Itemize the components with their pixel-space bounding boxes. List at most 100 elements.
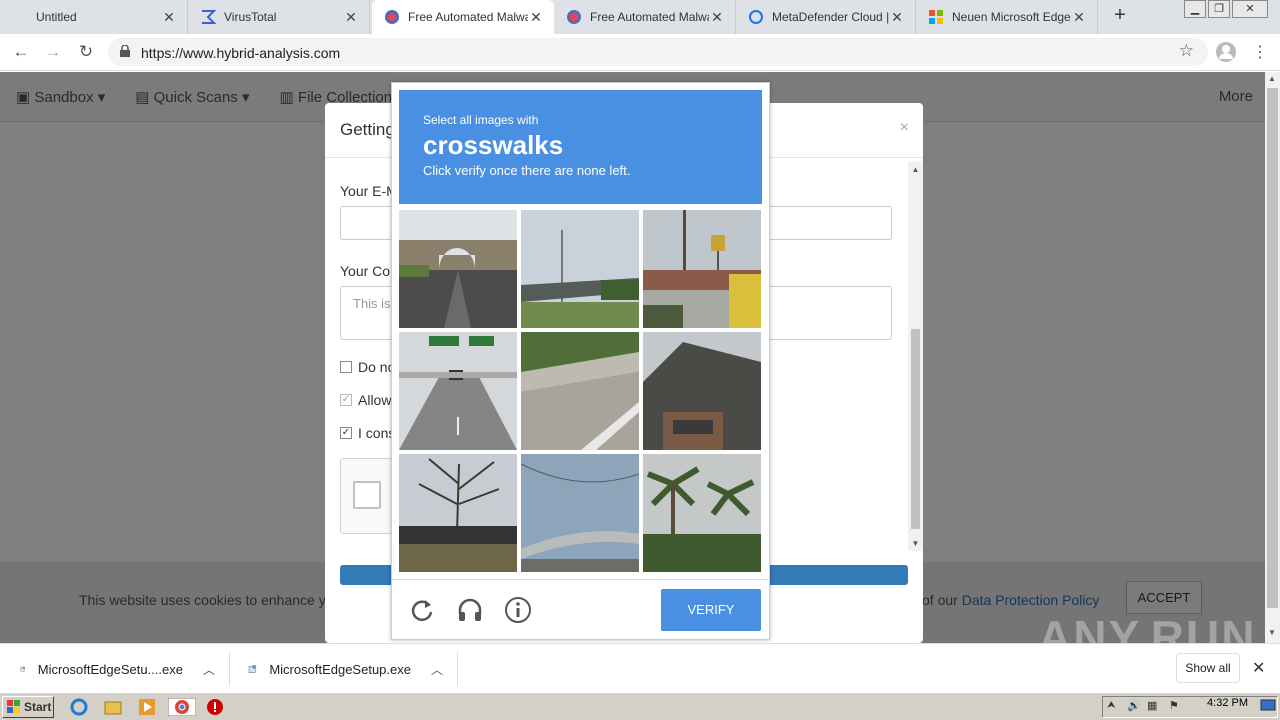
tab-untitled[interactable]: Untitled ✕ — [0, 0, 188, 34]
captcha-keyword: crosswalks — [423, 130, 564, 160]
close-tab-icon[interactable]: ✕ — [343, 9, 359, 26]
captcha-tile-bridge-overpass[interactable] — [399, 210, 517, 328]
close-tab-icon[interactable]: ✕ — [161, 9, 177, 26]
checkbox-label: Do no — [358, 359, 396, 375]
download-filename: MicrosoftEdgeSetu....exe — [37, 661, 183, 677]
minimize-button[interactable]: ▁ — [1184, 0, 1206, 18]
checkbox-checked[interactable]: ✓ — [340, 394, 352, 406]
close-downloads-icon[interactable]: ✕ — [1252, 658, 1265, 678]
tab-title: Untitled — [36, 10, 77, 24]
close-modal-icon[interactable]: × — [900, 119, 909, 137]
captcha-line1: Select all images with — [423, 113, 539, 127]
captcha-tile-overpass-sky[interactable] — [521, 454, 639, 572]
microsoft-logo-icon — [929, 10, 943, 24]
address-bar[interactable]: https://www.hybrid-analysis.com ☆ — [108, 38, 1208, 66]
captcha-tile-roof-house[interactable] — [643, 332, 761, 450]
checkbox-label: I cons — [358, 425, 396, 441]
system-tray: ⮝ 🔊 ▦ ⚑ — [1102, 696, 1278, 718]
close-tab-icon[interactable]: ✕ — [528, 9, 544, 26]
captcha-footer: VERIFY — [392, 579, 769, 639]
modal-scroll-thumb[interactable] — [911, 329, 920, 529]
back-arrow-icon[interactable]: ← — [9, 40, 33, 64]
network-icon[interactable]: ▦ — [1147, 699, 1157, 712]
taskbar-clock: 4:32 PM — [1207, 697, 1248, 709]
checkbox-consent[interactable]: ✓ I cons — [340, 425, 395, 441]
info-icon[interactable] — [504, 596, 532, 624]
reload-icon[interactable]: ↻ — [74, 40, 98, 64]
chevron-up-icon[interactable]: ︿ — [203, 661, 215, 678]
tab-title: Free Automated Malware — [408, 10, 528, 24]
modal-scrollbar[interactable]: ▲ ▼ — [908, 161, 923, 551]
show-all-downloads-button[interactable]: Show all — [1176, 653, 1240, 683]
recaptcha-checkbox[interactable] — [353, 481, 381, 509]
captcha-tile-street-signs[interactable] — [643, 210, 761, 328]
start-button[interactable]: Start — [2, 696, 54, 718]
tab-metadefender[interactable]: MetaDefender Cloud | R ✕ — [736, 0, 916, 34]
verify-button[interactable]: VERIFY — [661, 589, 761, 631]
checkbox-label: Allow — [358, 392, 392, 408]
tab-hybrid-analysis[interactable]: Free Automated Malware ✕ — [554, 0, 736, 34]
checkbox-allow[interactable]: ✓ Allow — [340, 392, 391, 408]
restore-button[interactable]: ❐ — [1208, 0, 1230, 18]
bookmark-star-icon[interactable]: ☆ — [1179, 41, 1194, 61]
download-filename: MicrosoftEdgeSetup.exe — [269, 661, 411, 677]
forward-arrow-icon[interactable]: → — [41, 40, 65, 64]
downloads-bar: MicrosoftEdgeSetu....exe ︿ MicrosoftEdge… — [0, 643, 1280, 692]
menu-kebab-icon[interactable]: ⋮ — [1252, 42, 1268, 62]
hybrid-analysis-icon — [385, 10, 399, 24]
show-desktop-icon[interactable] — [1260, 699, 1276, 713]
internet-explorer-icon[interactable] — [70, 698, 88, 716]
comment-label: Your Cor — [340, 263, 395, 279]
chrome-icon[interactable] — [168, 698, 196, 716]
chevron-up-icon[interactable]: ︿ — [431, 661, 443, 678]
tab-title: VirusTotal — [224, 10, 277, 24]
recaptcha-challenge: Select all images with crosswalks Click … — [391, 82, 770, 640]
reload-challenge-icon[interactable] — [408, 596, 436, 624]
page-scroll-thumb[interactable] — [1267, 88, 1278, 608]
download-item[interactable]: MicrosoftEdgeSetup.exe ︿ — [228, 652, 458, 686]
close-tab-icon[interactable]: ✕ — [709, 9, 725, 26]
tab-virustotal[interactable]: VirusTotal ✕ — [188, 0, 370, 34]
download-item[interactable]: MicrosoftEdgeSetu....exe ︿ — [0, 652, 230, 686]
media-player-icon[interactable] — [138, 698, 156, 716]
tab-microsoft-edge[interactable]: Neuen Microsoft Edge-Br ✕ — [916, 0, 1098, 34]
profile-avatar-icon[interactable] — [1215, 41, 1237, 63]
warning-app-icon[interactable] — [206, 698, 224, 716]
close-tab-icon[interactable]: ✕ — [1071, 9, 1087, 26]
page-scrollbar[interactable]: ▲ ▼ — [1265, 72, 1280, 643]
checkbox-box[interactable] — [340, 361, 352, 373]
scroll-down-icon[interactable]: ▼ — [1268, 628, 1276, 637]
tray-expand-icon[interactable]: ⮝ — [1107, 700, 1116, 711]
tab-title: Free Automated Malware — [590, 10, 709, 24]
flag-icon[interactable]: ⚑ — [1169, 699, 1179, 712]
captcha-tile-palm-trees[interactable] — [643, 454, 761, 572]
checkbox-checked[interactable]: ✓ — [340, 427, 352, 439]
close-window-button[interactable]: ✕ — [1232, 0, 1268, 18]
folder-icon[interactable] — [104, 698, 122, 716]
scroll-up-icon[interactable]: ▲ — [1268, 74, 1276, 83]
scroll-up-icon[interactable]: ▲ — [910, 165, 921, 174]
scroll-down-icon[interactable]: ▼ — [910, 539, 921, 548]
captcha-tile-highway-bridge-pole[interactable] — [521, 210, 639, 328]
headphones-audio-icon[interactable] — [456, 596, 484, 624]
captcha-tile-highway-traffic[interactable] — [399, 332, 517, 450]
comment-placeholder: This is — [353, 296, 391, 311]
loading-spinner-icon — [749, 10, 763, 24]
captcha-tile-tree-bridge[interactable] — [399, 454, 517, 572]
tab-hybrid-analysis-active[interactable]: Free Automated Malware ✕ — [372, 0, 554, 34]
captcha-tile-overpass-railing[interactable] — [521, 332, 639, 450]
close-tab-icon[interactable]: ✕ — [889, 9, 905, 26]
tab-bar: Untitled ✕ VirusTotal ✕ Free Automated M… — [0, 0, 1280, 34]
checkbox-do-not[interactable]: Do no — [340, 359, 395, 375]
virustotal-icon — [202, 10, 216, 24]
windows-logo-icon — [7, 700, 20, 713]
tab-title: MetaDefender Cloud | R — [772, 10, 889, 24]
blank-page-icon — [12, 9, 28, 25]
installer-file-icon — [248, 664, 257, 673]
tab-title: Neuen Microsoft Edge-Br — [952, 10, 1071, 24]
installer-file-icon — [20, 666, 26, 672]
start-label: Start — [24, 700, 52, 714]
volume-icon[interactable]: 🔊 — [1127, 699, 1141, 712]
new-tab-button[interactable]: + — [1108, 4, 1132, 30]
email-label: Your E-M — [340, 183, 398, 199]
